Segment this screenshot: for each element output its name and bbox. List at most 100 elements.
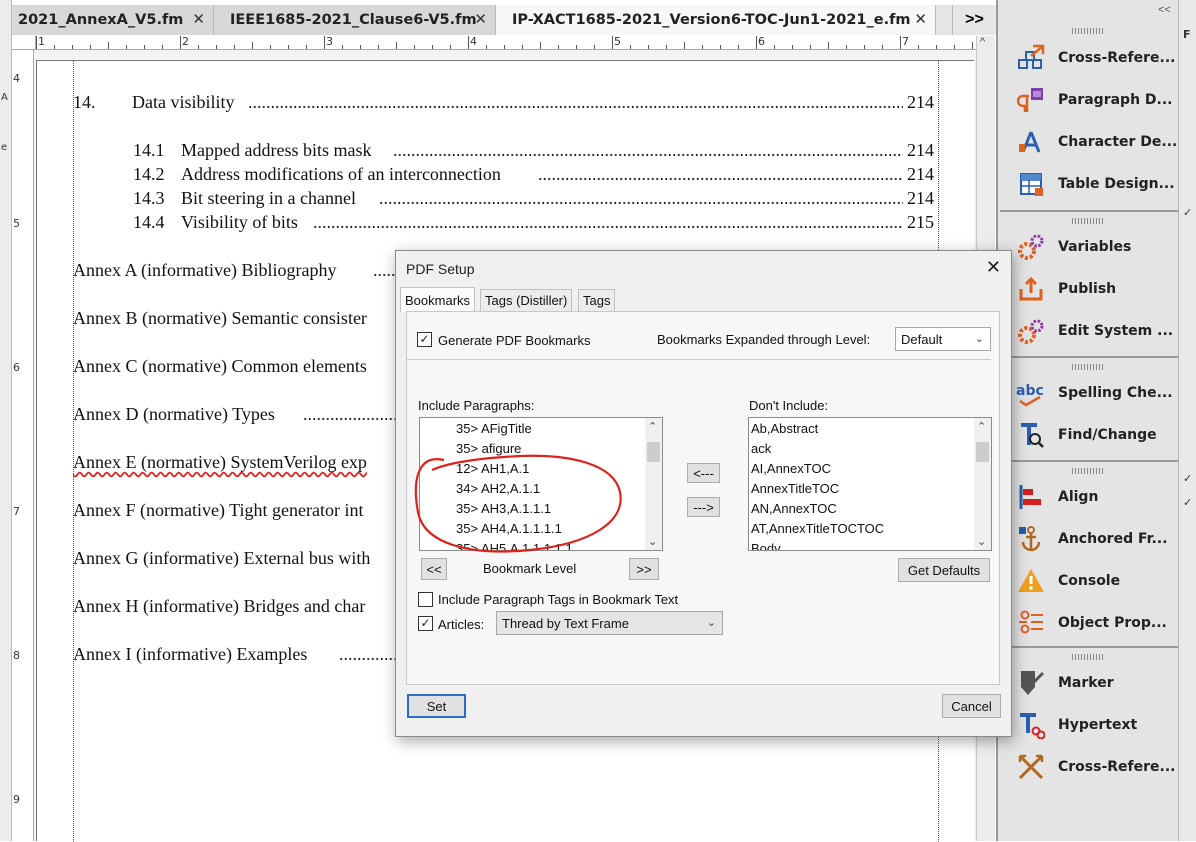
ruler-tick [378, 45, 379, 49]
vertical-ruler[interactable]: 4 5 6 7 8 9 [12, 50, 34, 841]
list-item[interactable]: Ab,Abstract [751, 421, 818, 436]
list-item[interactable]: Body [751, 541, 781, 550]
generate-bookmarks-checkbox[interactable]: ✓ [417, 332, 432, 347]
panel-collapse-button[interactable]: << [1158, 4, 1171, 16]
move-right-button[interactable]: ---> [687, 497, 720, 517]
expand-level-select[interactable]: Default ⌄ [895, 327, 991, 351]
tab-tags-distiller[interactable]: Tags (Distiller) [480, 289, 573, 311]
bookmark-level-up-button[interactable]: >> [629, 558, 659, 580]
group-grip[interactable] [1072, 468, 1104, 474]
toc-number: 14.4 [133, 212, 165, 232]
ruler-number: 4 [13, 72, 20, 85]
ruler-tick [792, 45, 793, 49]
scroll-up-icon[interactable]: ^ [980, 36, 985, 48]
toc-annex-entry: Annex A (informative) Bibliography .....… [73, 260, 427, 281]
tab-toc[interactable]: IP-XACT1685-2021_Version6-TOC-Jun1-2021_… [496, 5, 936, 35]
group-grip[interactable] [1072, 218, 1104, 224]
panel-item-label: Cross-Refere... [1058, 759, 1176, 775]
list-item[interactable]: 12> AH1,A.1 [456, 461, 529, 476]
articles-label: Articles: [438, 617, 485, 632]
ruler-tick [774, 45, 775, 49]
toc-title: Annex E (normative) SystemVerilog exp [73, 452, 367, 472]
include-tags-checkbox[interactable] [418, 592, 433, 607]
list-item[interactable]: 35> afigure [456, 441, 521, 456]
panel-item-label: Table Design... [1058, 176, 1175, 192]
panel-item[interactable]: abc Spelling Che... [1000, 372, 1178, 414]
panel-item[interactable]: Paragraph D... [1000, 79, 1178, 121]
dont-include-list-scrollbar[interactable]: ⌃ ⌄ [974, 418, 991, 550]
toc-leader: ........................................… [248, 92, 903, 112]
ruler-tick [666, 45, 667, 49]
cancel-button[interactable]: Cancel [942, 694, 1001, 718]
toc-leader: ........................................… [538, 164, 903, 184]
list-item[interactable]: AnnexTitleTOC [751, 481, 839, 496]
close-icon[interactable]: ✕ [474, 10, 487, 28]
scroll-down-icon[interactable]: ⌄ [977, 535, 986, 548]
horizontal-ruler[interactable]: 1 2 3 4 5 6 7 [36, 35, 976, 50]
dont-include-label: Don't Include: [749, 398, 829, 413]
dont-include-list[interactable]: Ab,Abstract ack AI,AnnexTOC AnnexTitleTO… [748, 417, 992, 551]
scroll-up-icon[interactable]: ⌃ [648, 420, 657, 433]
panel-item[interactable]: Character De... [1000, 121, 1178, 163]
tab-overflow-button[interactable]: >> [952, 5, 996, 35]
tab-tags[interactable]: Tags [578, 289, 616, 311]
panel-item[interactable]: Table Design... [1000, 163, 1178, 205]
list-item[interactable]: 35> AH5,A.1.1.1.1.1 [456, 541, 573, 550]
panel-item-label: Character De... [1058, 134, 1178, 150]
panel-item-label: Paragraph D... [1058, 92, 1173, 108]
list-item[interactable]: 35> AFigTitle [456, 421, 532, 436]
list-item[interactable]: 35> AH4,A.1.1.1.1 [456, 521, 562, 536]
pdf-setup-dialog: PDF Setup ✕ Bookmarks Tags (Distiller) T… [395, 250, 1012, 737]
ruler-tick [414, 45, 415, 49]
group-grip[interactable] [1072, 28, 1104, 34]
panel-item[interactable]: Cross-Refere... [1000, 746, 1178, 788]
articles-checkbox[interactable]: ✓ [418, 616, 433, 631]
object-properties-icon [1016, 608, 1046, 638]
scroll-thumb[interactable] [976, 442, 989, 462]
ruler-number: 2 [182, 35, 189, 48]
scroll-up-icon[interactable]: ⌃ [977, 420, 986, 433]
tab-bookmarks[interactable]: Bookmarks [400, 287, 476, 312]
toc-number: 14.3 [133, 188, 165, 208]
list-item[interactable]: 34> AH2,A.1.1 [456, 481, 540, 496]
close-icon[interactable]: ✕ [986, 257, 1001, 278]
panel-item[interactable]: Cross-Refere... [1000, 37, 1178, 79]
tab-label: IP-XACT1685-2021_Version6-TOC-Jun1-2021_… [512, 12, 911, 28]
articles-select[interactable]: Thread by Text Frame ⌄ [496, 611, 723, 635]
scroll-down-icon[interactable]: ⌄ [648, 535, 657, 548]
panel-item[interactable]: Object Prop... [1000, 602, 1178, 644]
tab-clause6[interactable]: IEEE1685-2021_Clause6-V5.fm ✕ [214, 5, 496, 35]
include-paragraphs-list[interactable]: 35> AFigTitle 35> afigure 12> AH1,A.1 34… [419, 417, 663, 551]
include-list-scrollbar[interactable]: ⌃ ⌄ [645, 418, 662, 550]
panel-item[interactable]: Console [1000, 560, 1178, 602]
panel-item-label: Find/Change [1058, 427, 1157, 443]
panel-item[interactable]: Publish [1000, 268, 1178, 310]
panel-item[interactable]: Edit System ... [1000, 310, 1178, 352]
bookmark-level-down-button[interactable]: << [421, 558, 447, 580]
tab-annex-a[interactable]: 2021_AnnexA_V5.fm ✕ [12, 5, 214, 35]
panel-item[interactable]: Marker [1000, 662, 1178, 704]
group-grip[interactable] [1072, 654, 1104, 660]
ruler-tick [216, 45, 217, 49]
get-defaults-button[interactable]: Get Defaults [898, 558, 990, 582]
ruler-tick [558, 45, 559, 49]
generate-bookmarks-label: Generate PDF Bookmarks [438, 333, 591, 348]
close-icon[interactable]: ✕ [192, 10, 205, 28]
panel-item[interactable]: Find/Change [1000, 414, 1178, 456]
list-item[interactable]: AI,AnnexTOC [751, 461, 831, 476]
list-item[interactable]: AT,AnnexTitleTOCTOC [751, 521, 884, 536]
panel-item[interactable]: Hypertext [1000, 704, 1178, 746]
ruler-tick [954, 45, 955, 49]
group-grip[interactable] [1072, 364, 1104, 370]
panel-item[interactable]: Variables [1000, 226, 1178, 268]
close-icon[interactable]: ✕ [914, 10, 927, 28]
panel-item[interactable]: Anchored Fr... [1000, 518, 1178, 560]
list-item[interactable]: ack [751, 441, 771, 456]
move-left-button[interactable]: <--- [687, 463, 720, 483]
ruler-tick [720, 45, 721, 49]
list-item[interactable]: AN,AnnexTOC [751, 501, 837, 516]
scroll-thumb[interactable] [647, 442, 660, 462]
list-item[interactable]: 35> AH3,A.1.1.1 [456, 501, 551, 516]
set-button[interactable]: Set [407, 694, 466, 718]
panel-item[interactable]: Align [1000, 476, 1178, 518]
